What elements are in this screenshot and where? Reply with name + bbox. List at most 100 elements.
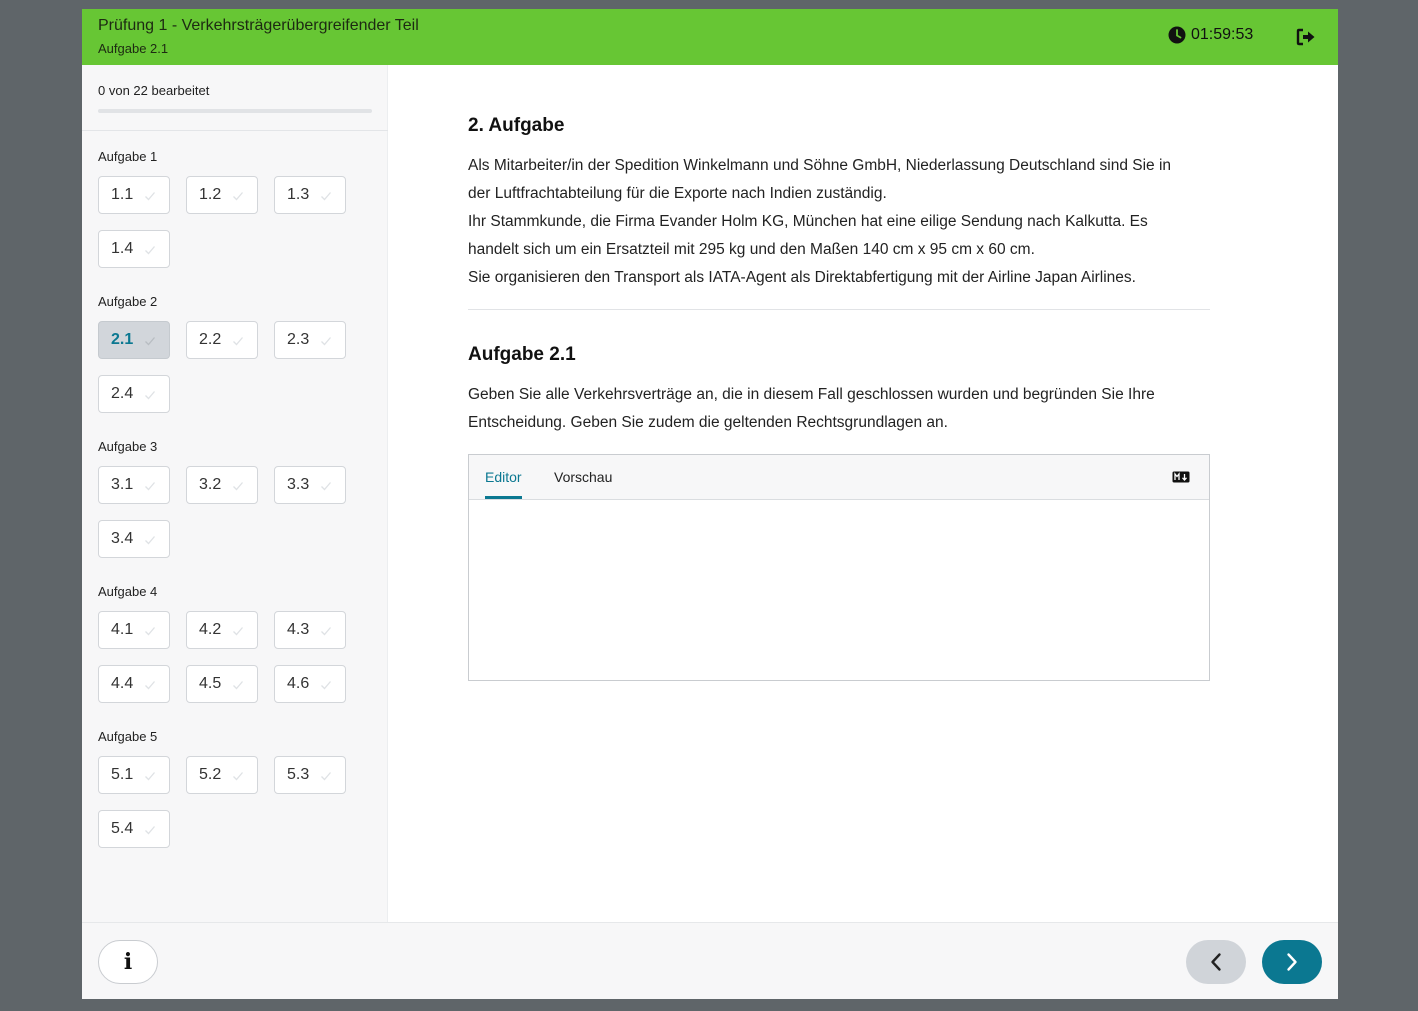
task-button-4-2[interactable]: 4.2 xyxy=(186,611,258,649)
task-line: Entscheidung. Geben Sie zudem die gelten… xyxy=(468,414,948,431)
task-button-2-2[interactable]: 2.2 xyxy=(186,321,258,359)
task-number: 3.4 xyxy=(111,530,134,547)
exam-subtitle: Aufgabe 2.1 xyxy=(98,41,169,56)
task-button-4-3[interactable]: 4.3 xyxy=(274,611,346,649)
task-number: 4.2 xyxy=(199,621,222,638)
task-number: 4.5 xyxy=(199,675,222,692)
task-number: 3.1 xyxy=(111,476,134,493)
task-button-2-1[interactable]: 2.1 xyxy=(98,321,170,359)
task-button-1-3[interactable]: 1.3 xyxy=(274,176,346,214)
task-button-1-1[interactable]: 1.1 xyxy=(98,176,170,214)
intro-line: Sie organisieren den Transport als IATA-… xyxy=(468,269,1136,286)
task-button-3-1[interactable]: 3.1 xyxy=(98,466,170,504)
check-icon xyxy=(145,627,155,636)
check-icon xyxy=(233,482,243,491)
task-button-4-5[interactable]: 4.5 xyxy=(186,665,258,703)
progress-section: 0 von 22 bearbeitet xyxy=(82,65,388,131)
task-number: 5.4 xyxy=(111,820,134,837)
task-group-label: Aufgabe 2 xyxy=(98,294,158,309)
check-icon xyxy=(233,772,243,781)
task-number: 4.4 xyxy=(111,675,134,692)
task-button-4-4[interactable]: 4.4 xyxy=(98,665,170,703)
intro-line: handelt sich um ein Ersatzteil mit 295 k… xyxy=(468,241,1035,258)
task-number: 1.2 xyxy=(199,186,222,203)
task-button-3-3[interactable]: 3.3 xyxy=(274,466,346,504)
task-button-1-4[interactable]: 1.4 xyxy=(98,230,170,268)
previous-button[interactable] xyxy=(1186,940,1246,984)
task-button-5-3[interactable]: 5.3 xyxy=(274,756,346,794)
info-icon: i xyxy=(123,949,133,975)
check-icon xyxy=(145,391,155,400)
check-icon xyxy=(233,681,243,690)
clock-icon xyxy=(1168,26,1186,44)
task-number: 4.1 xyxy=(111,621,134,638)
info-button[interactable]: i xyxy=(98,940,158,984)
sign-out-button[interactable] xyxy=(1294,25,1318,49)
task-number: 5.2 xyxy=(199,766,222,783)
task-button-3-4[interactable]: 3.4 xyxy=(98,520,170,558)
main-content: 2. Aufgabe Als Mitarbeiter/in der Spedit… xyxy=(388,65,1338,922)
task-number: 3.3 xyxy=(287,476,310,493)
tab-editor[interactable]: Editor xyxy=(485,469,522,485)
check-icon xyxy=(321,627,331,636)
check-icon xyxy=(233,192,243,201)
task-group-label: Aufgabe 4 xyxy=(98,584,158,599)
check-icon xyxy=(233,337,243,346)
timer: 01:59:53 xyxy=(1168,26,1253,44)
progress-bar xyxy=(98,109,372,113)
intro-line: der Luftfrachtabteilung für die Exporte … xyxy=(468,185,887,202)
sign-out-icon xyxy=(1296,28,1315,46)
task-title: Aufgabe 2.1 xyxy=(468,344,576,365)
task-button-3-2[interactable]: 3.2 xyxy=(186,466,258,504)
exam-title: Prüfung 1 - Verkehrsträgerübergreifender… xyxy=(98,17,419,34)
task-button-1-2[interactable]: 1.2 xyxy=(186,176,258,214)
task-button-2-3[interactable]: 2.3 xyxy=(274,321,346,359)
tab-preview[interactable]: Vorschau xyxy=(554,469,612,485)
answer-editor: Editor Vorschau xyxy=(468,454,1210,681)
chevron-left-icon xyxy=(1211,953,1221,971)
intro-line: Als Mitarbeiter/in der Spedition Winkelm… xyxy=(468,157,1172,174)
task-number: 2.2 xyxy=(199,331,222,348)
task-group-label: Aufgabe 3 xyxy=(98,439,158,454)
markdown-icon[interactable] xyxy=(1172,471,1190,483)
next-button[interactable] xyxy=(1262,940,1322,984)
check-icon xyxy=(145,192,155,201)
check-icon xyxy=(321,192,331,201)
timer-value: 01:59:53 xyxy=(1191,26,1254,43)
editor-tabs: Editor Vorschau xyxy=(469,455,1209,500)
task-button-5-2[interactable]: 5.2 xyxy=(186,756,258,794)
divider xyxy=(468,309,1210,310)
check-icon xyxy=(321,482,331,491)
task-button-2-4[interactable]: 2.4 xyxy=(98,375,170,413)
task-button-5-4[interactable]: 5.4 xyxy=(98,810,170,848)
check-icon xyxy=(145,826,155,835)
check-icon xyxy=(321,772,331,781)
check-icon xyxy=(145,772,155,781)
check-icon xyxy=(321,337,331,346)
task-button-4-6[interactable]: 4.6 xyxy=(274,665,346,703)
task-group-label: Aufgabe 5 xyxy=(98,729,158,744)
check-icon xyxy=(321,681,331,690)
task-button-5-1[interactable]: 5.1 xyxy=(98,756,170,794)
exam-header: Prüfung 1 - Verkehrsträgerübergreifender… xyxy=(82,9,1338,65)
task-number: 1.3 xyxy=(287,186,310,203)
task-number: 2.4 xyxy=(111,385,134,402)
task-number: 2.3 xyxy=(287,331,310,348)
check-icon xyxy=(145,482,155,491)
task-number: 5.3 xyxy=(287,766,310,783)
check-icon xyxy=(145,681,155,690)
check-icon xyxy=(233,627,243,636)
task-group-label: Aufgabe 1 xyxy=(98,149,158,164)
task-button-4-1[interactable]: 4.1 xyxy=(98,611,170,649)
task-number: 3.2 xyxy=(199,476,222,493)
task-number: 2.1 xyxy=(111,331,134,348)
task-number: 5.1 xyxy=(111,766,134,783)
intro-line: Ihr Stammkunde, die Firma Evander Holm K… xyxy=(468,213,1148,230)
task-sidebar: 0 von 22 bearbeitet Aufgabe 1 1.1 1.2 1.3 1.… xyxy=(82,65,388,922)
task-number: 1.4 xyxy=(111,240,134,257)
editor-textarea[interactable] xyxy=(469,501,1209,680)
chevron-right-icon xyxy=(1287,953,1297,971)
section-title: 2. Aufgabe xyxy=(468,115,565,136)
task-text: Geben Sie alle Verkehrsverträge an, die … xyxy=(468,381,1210,437)
intro-text: Als Mitarbeiter/in der Spedition Winkelm… xyxy=(468,152,1210,292)
